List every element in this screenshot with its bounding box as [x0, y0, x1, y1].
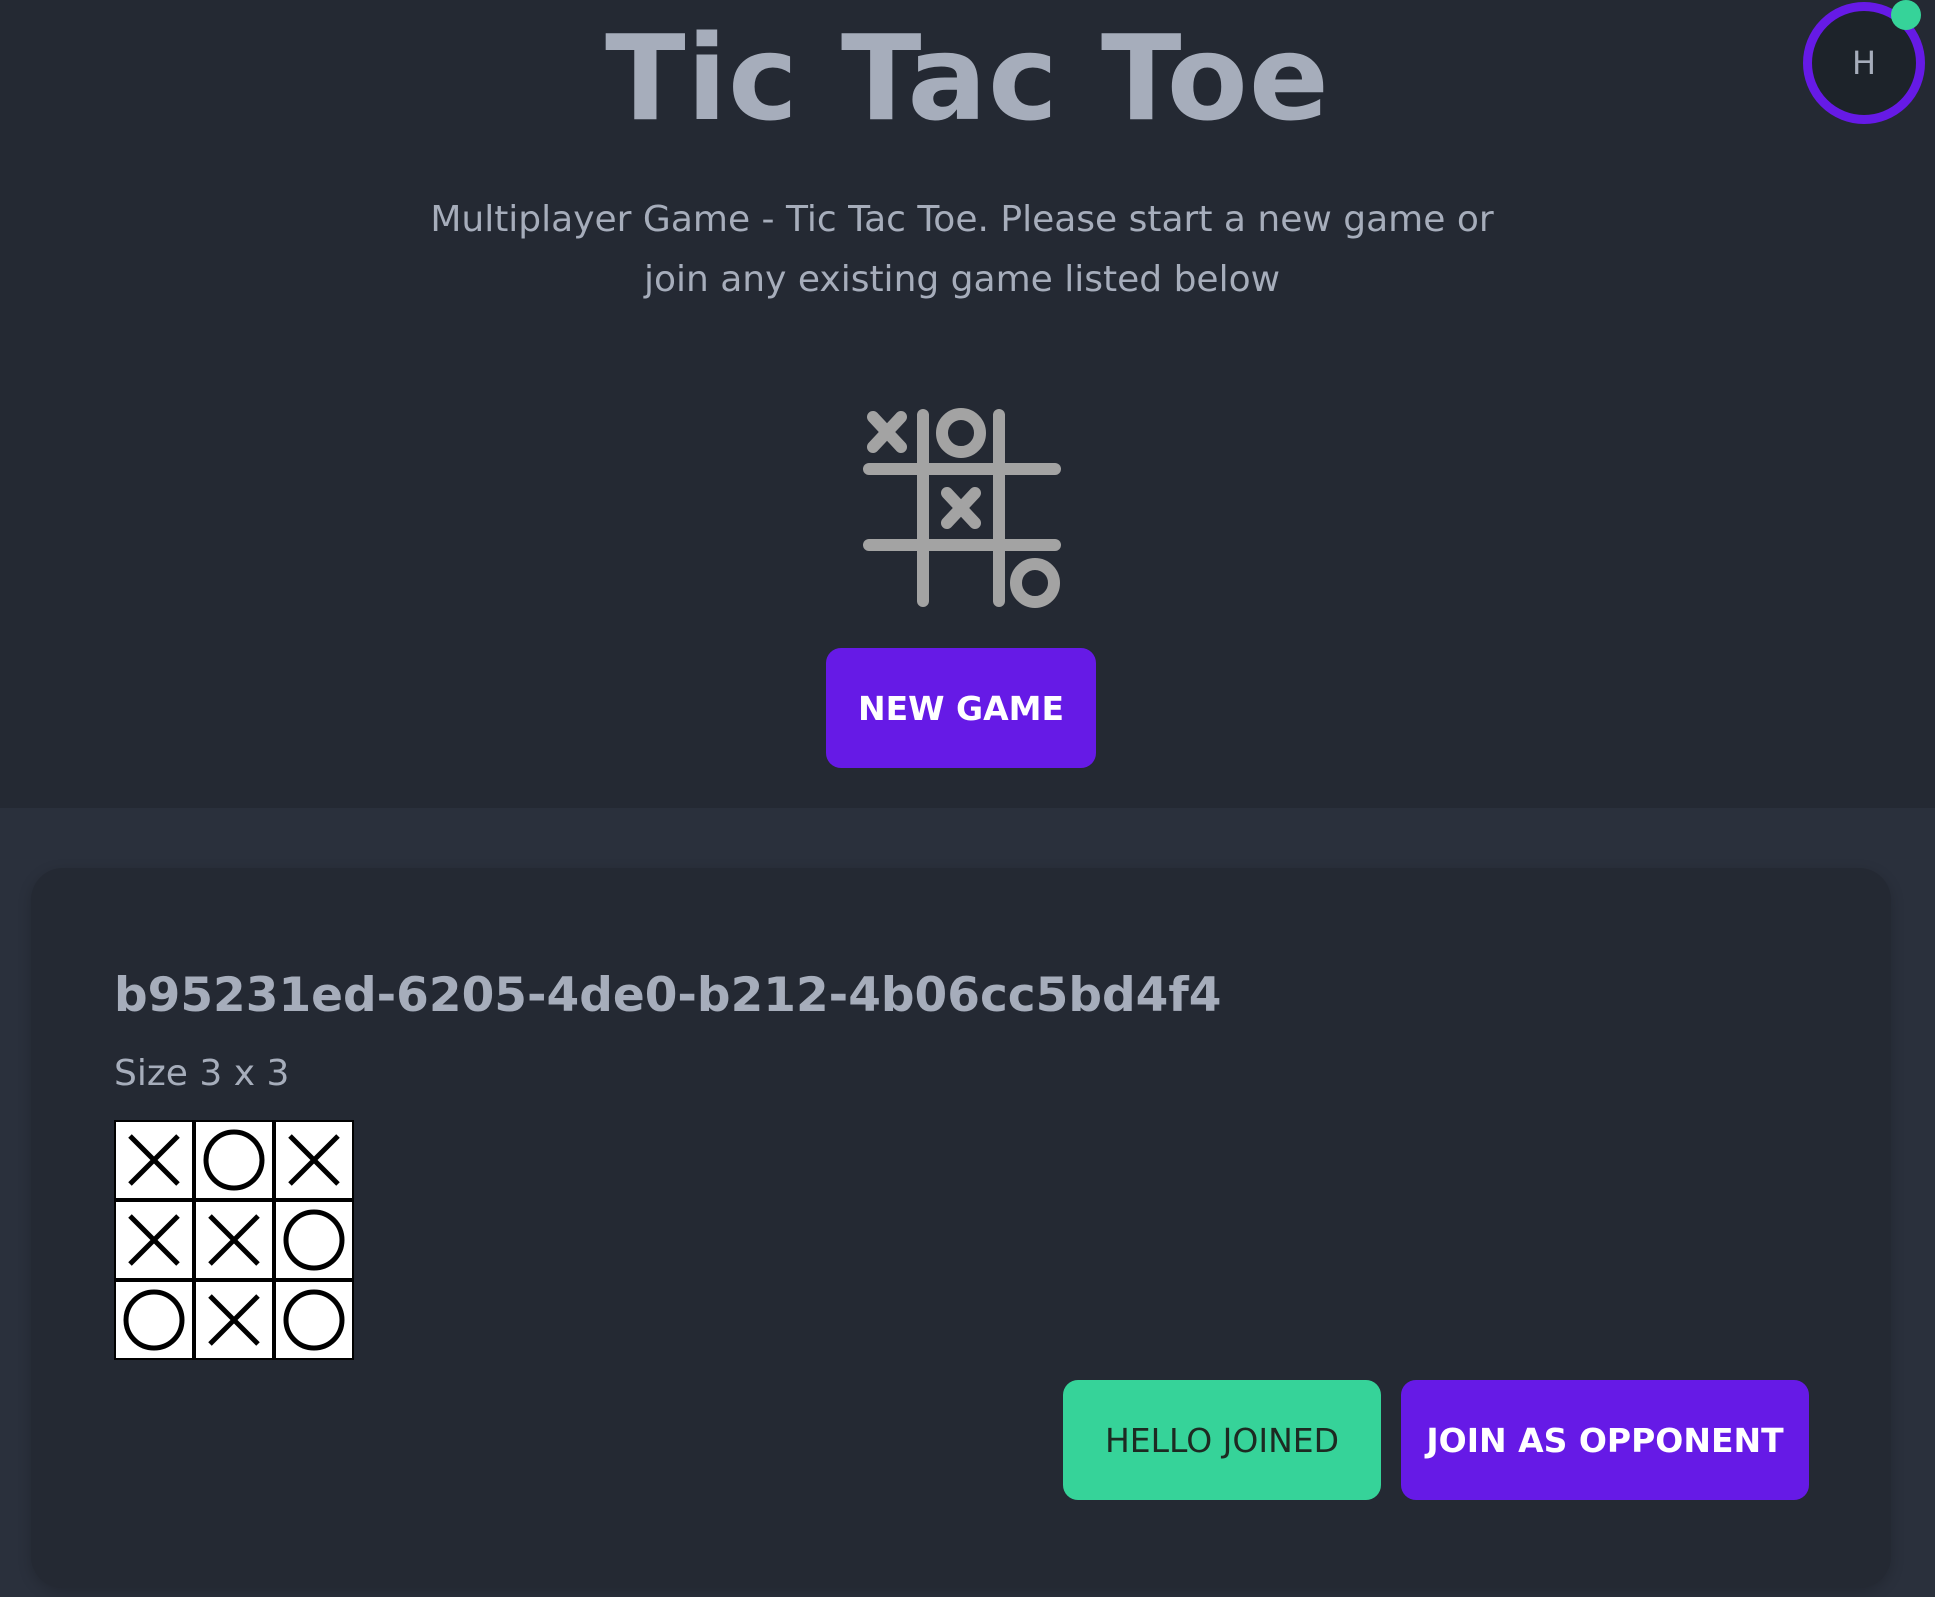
- o-mark-icon: [283, 1209, 345, 1271]
- board-cell: [114, 1200, 194, 1280]
- game-id: b95231ed-6205-4de0-b212-4b06cc5bd4f4: [114, 968, 1222, 1023]
- x-mark-icon: [208, 1294, 260, 1346]
- new-game-button[interactable]: NEW GAME: [826, 648, 1096, 768]
- x-mark-icon: [128, 1134, 180, 1186]
- game-board-preview: [114, 1120, 354, 1360]
- board-cell: [114, 1280, 194, 1360]
- o-mark-icon: [203, 1129, 265, 1191]
- page-subtitle: Multiplayer Game - Tic Tac Toe. Please s…: [430, 199, 1494, 300]
- o-mark-icon: [283, 1289, 345, 1351]
- board-cell: [194, 1200, 274, 1280]
- user-avatar[interactable]: H: [1801, 0, 1925, 124]
- tic-tac-toe-icon: [863, 408, 1061, 608]
- join-as-opponent-button[interactable]: JOIN AS OPPONENT: [1401, 1380, 1809, 1500]
- game-card: b95231ed-6205-4de0-b212-4b06cc5bd4f4 Siz…: [31, 868, 1891, 1588]
- board-cell: [274, 1200, 354, 1280]
- game-size-label: Size 3 x 3: [114, 1053, 290, 1094]
- board-cell: [114, 1120, 194, 1200]
- x-mark-icon: [128, 1214, 180, 1266]
- hello-joined-button[interactable]: HELLO JOINED: [1063, 1380, 1381, 1500]
- online-status-indicator: [1891, 0, 1921, 30]
- board-cell: [274, 1280, 354, 1360]
- hero-section: Tic Tac Toe Multiplayer Game - Tic Tac T…: [0, 0, 1935, 808]
- board-cell: [274, 1120, 354, 1200]
- board-cell: [194, 1280, 274, 1360]
- page-title: Tic Tac Toe: [605, 9, 1330, 147]
- o-mark-icon: [123, 1289, 185, 1351]
- x-mark-icon: [288, 1134, 340, 1186]
- x-mark-icon: [208, 1214, 260, 1266]
- board-cell: [194, 1120, 274, 1200]
